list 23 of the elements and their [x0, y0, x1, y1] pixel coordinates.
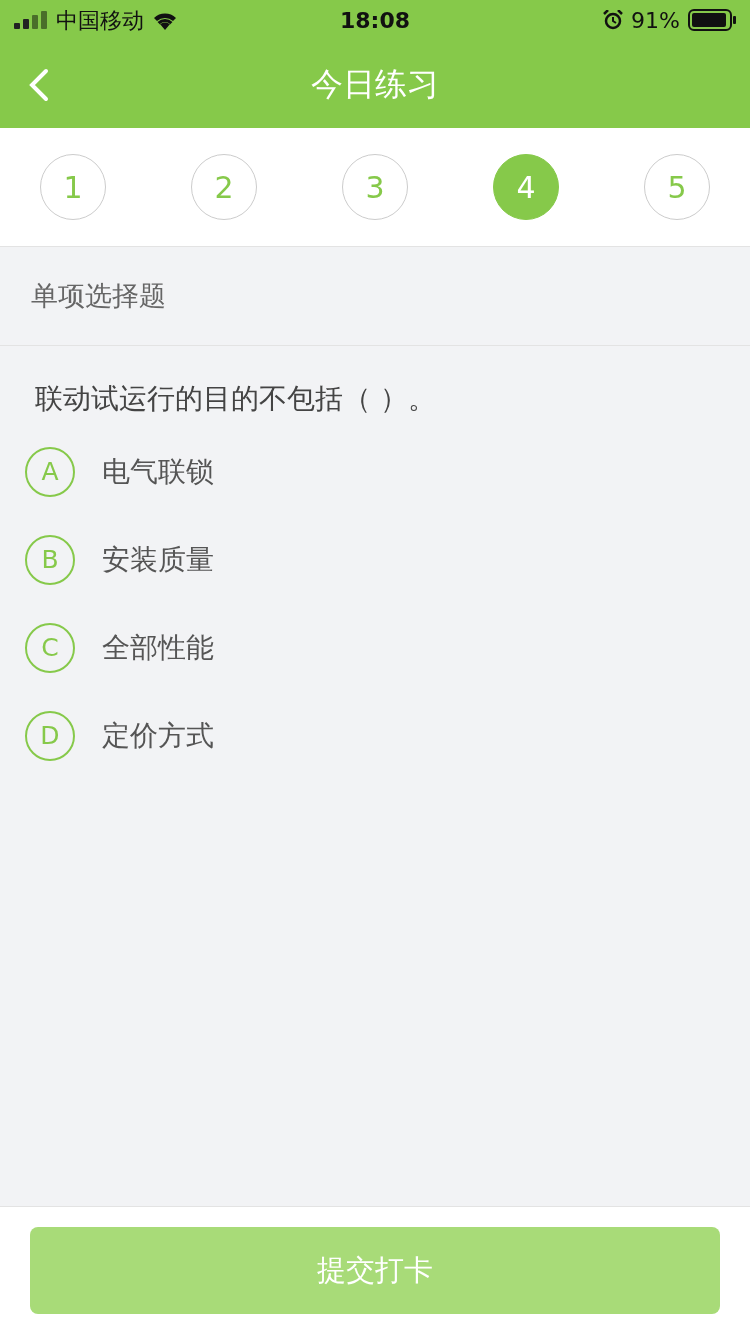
option-text[interactable]: 电气联锁 [102, 451, 214, 493]
question-number[interactable]: 2 [191, 154, 257, 220]
question-number[interactable]: 5 [644, 154, 710, 220]
battery-icon [688, 9, 736, 31]
question-number[interactable]: 3 [342, 154, 408, 220]
option-letter[interactable]: D [25, 711, 75, 761]
question-text: 联动试运行的目的不包括（ ）。 [34, 381, 436, 417]
battery-percent: 91% [631, 6, 680, 35]
option-letter[interactable]: A [25, 447, 75, 497]
page-title: 今日练习 [311, 64, 439, 105]
carrier-name: 中国移动 [56, 6, 144, 35]
option-text[interactable]: 定价方式 [102, 715, 214, 757]
alarm-icon [603, 10, 624, 30]
option-letter[interactable]: C [25, 623, 75, 673]
option-letter[interactable]: B [25, 535, 75, 585]
clock-time: 18:08 [340, 7, 410, 33]
option-text[interactable]: 安装质量 [102, 539, 214, 581]
question-number[interactable]: 4 [493, 154, 559, 220]
section-title: 单项选择题 [31, 278, 166, 313]
option-text[interactable]: 全部性能 [102, 627, 214, 669]
back-icon[interactable] [28, 68, 50, 102]
signal-icon [14, 11, 48, 29]
question-number[interactable]: 1 [40, 154, 106, 220]
